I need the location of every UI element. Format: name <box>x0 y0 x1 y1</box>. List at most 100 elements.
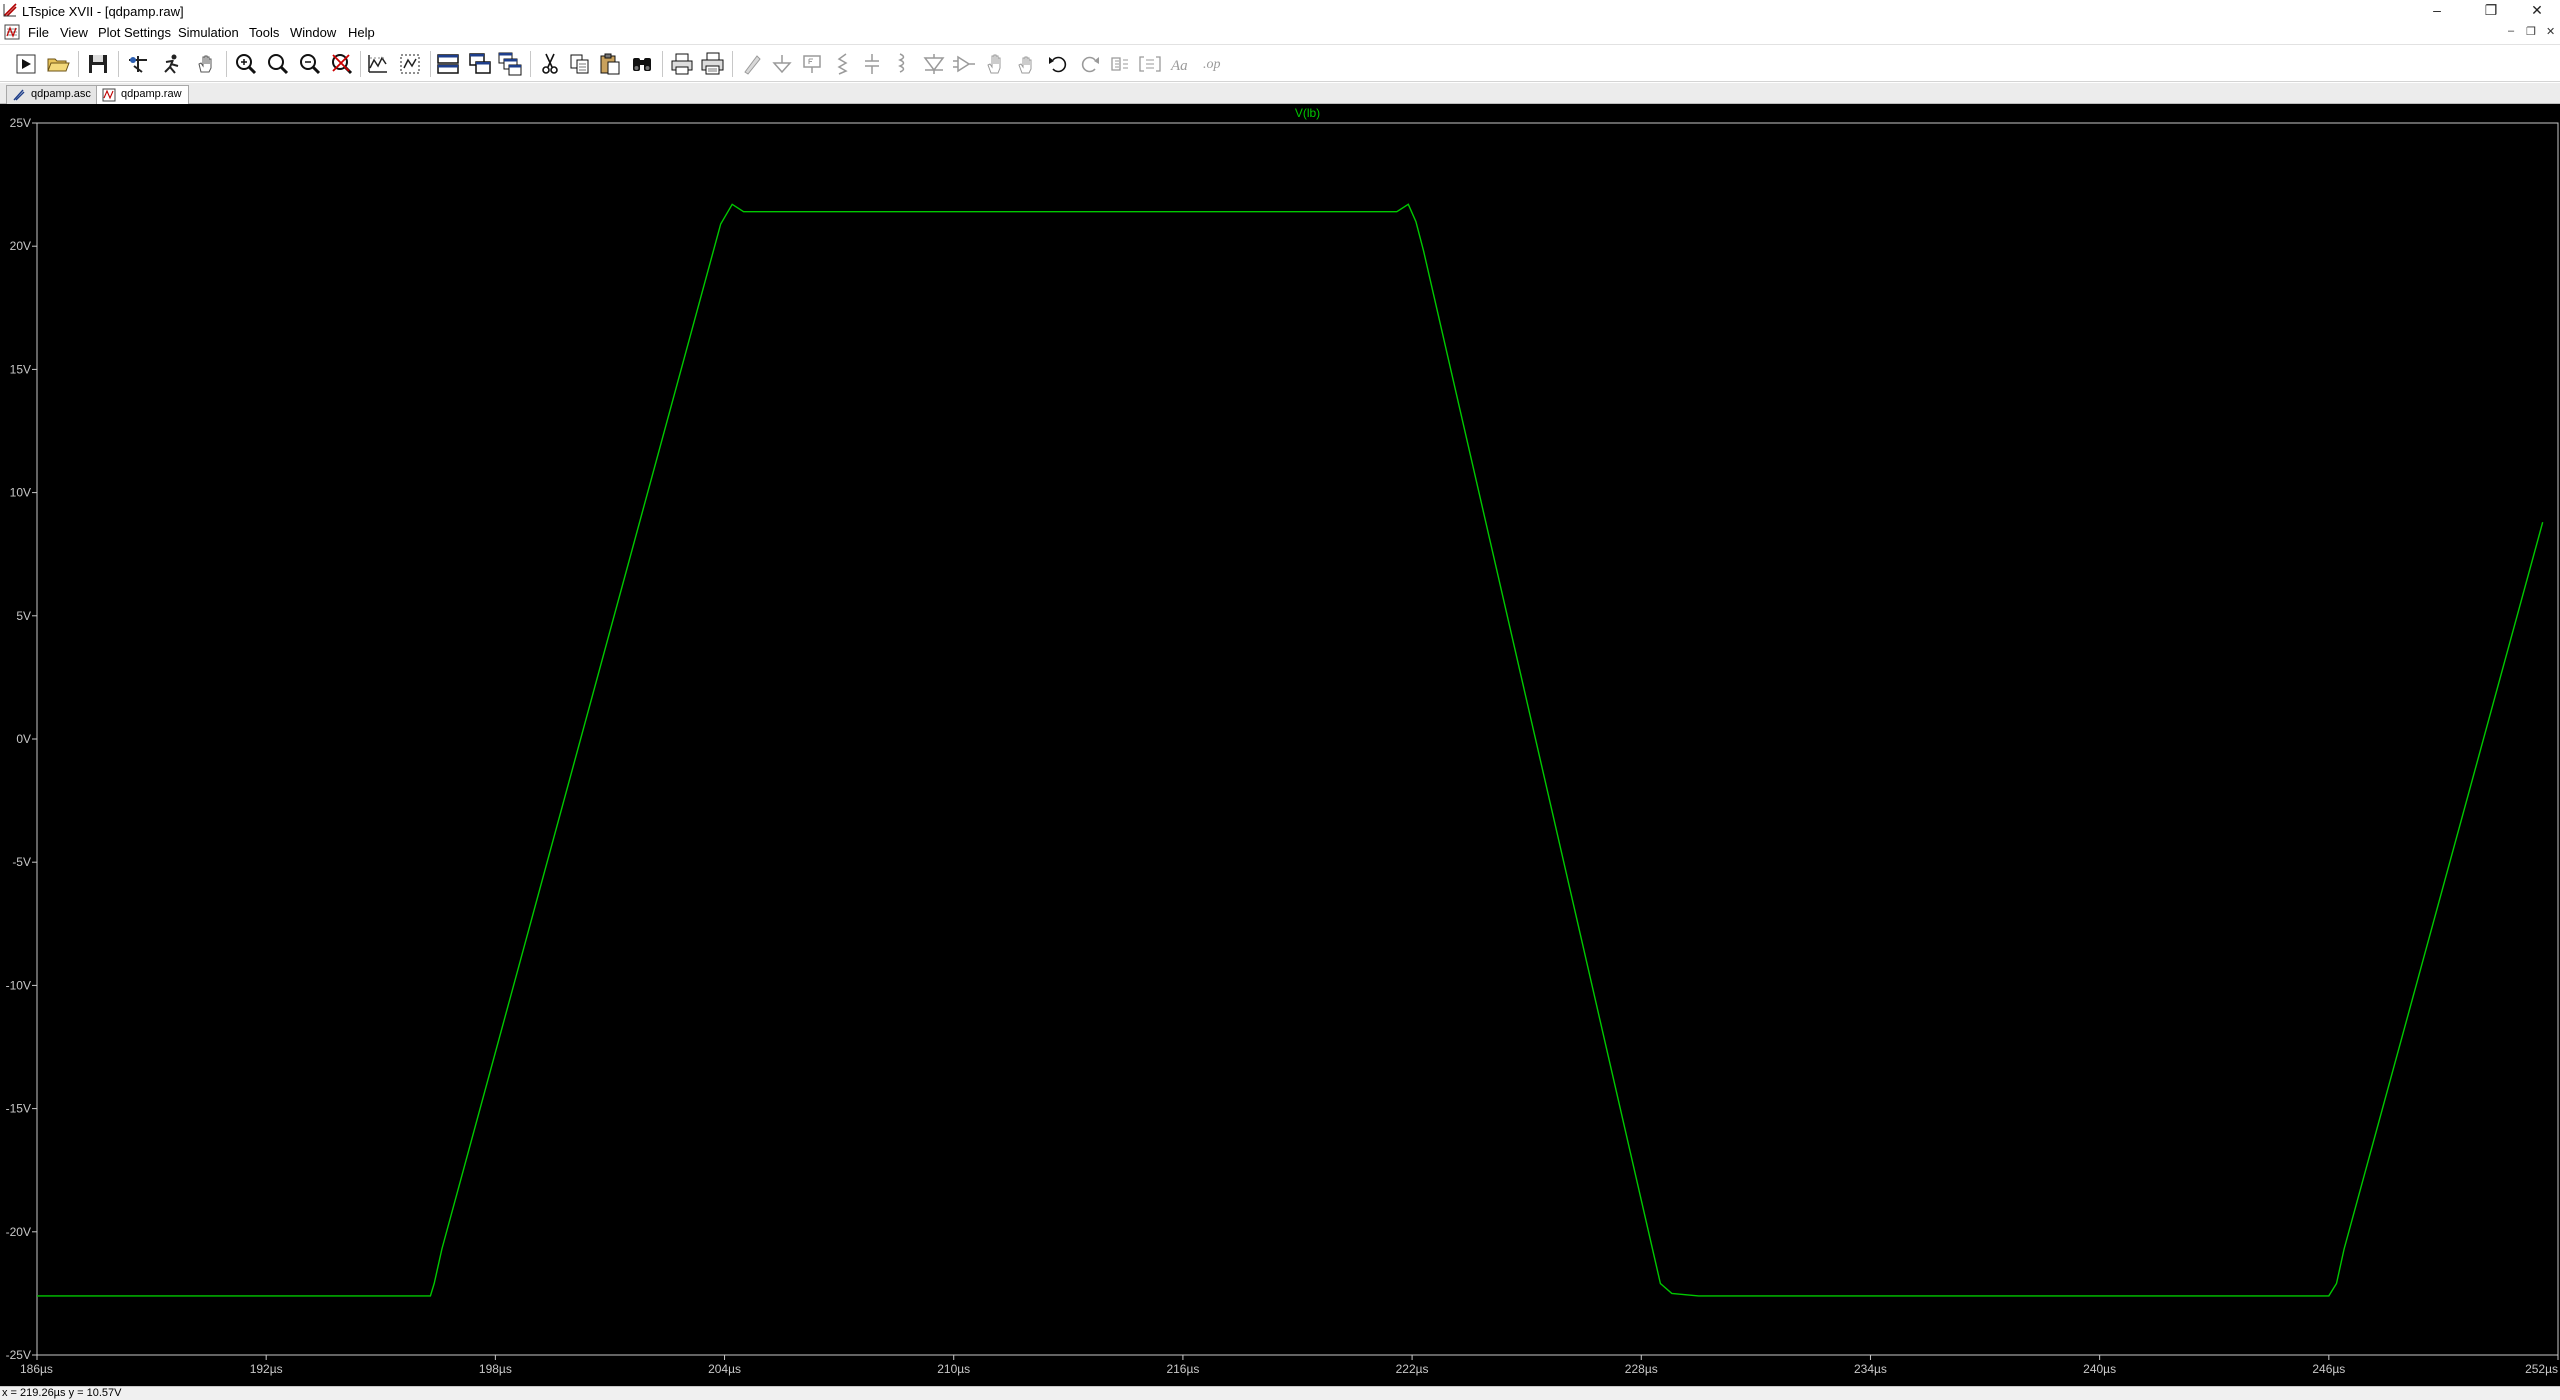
svg-text:.op: .op <box>1203 57 1221 72</box>
tab-qdpamp-asc[interactable]: qdpamp.asc <box>6 85 98 104</box>
toolbar-separator <box>732 51 733 77</box>
undo-button[interactable] <box>1044 50 1072 78</box>
plot-frame <box>36 122 2559 1356</box>
zoom-fit-icon <box>332 54 353 75</box>
wire-button[interactable] <box>738 50 766 78</box>
tab-qdpamp-raw[interactable]: qdpamp.raw <box>96 85 189 104</box>
menu-simulation[interactable]: Simulation <box>178 25 239 40</box>
zoom-in-button[interactable] <box>232 50 260 78</box>
pan-button[interactable] <box>192 50 220 78</box>
x-tick-label: 240µs <box>2083 1362 2116 1376</box>
run-button[interactable] <box>12 50 40 78</box>
autorange-button[interactable] <box>364 50 392 78</box>
diode-icon <box>923 54 945 74</box>
halt-icon <box>164 54 179 74</box>
control-panel-icon <box>129 56 147 73</box>
mdi-restore-button[interactable]: ❐ <box>2526 25 2536 38</box>
x-tick-label: 210µs <box>937 1362 970 1376</box>
tab-label: qdpamp.raw <box>121 88 182 100</box>
y-tick-label: 15V <box>10 362 31 376</box>
tile-vertical-button[interactable] <box>466 50 494 78</box>
zoom-out-button[interactable] <box>296 50 324 78</box>
waveform-plot-pane[interactable]: 25V 20V 15V 10V 5V 0V -5V -10V -15V -20V -25V 186µs… <box>0 104 2560 1386</box>
close-button[interactable]: ✕ <box>2514 0 2560 22</box>
mirror-button[interactable] <box>1136 50 1164 78</box>
copy-icon <box>570 54 589 74</box>
mdi-minimize-button[interactable]: – <box>2508 25 2514 37</box>
redo-icon <box>1081 56 1099 73</box>
cascade-button[interactable] <box>496 50 524 78</box>
inductor-icon <box>898 53 905 73</box>
window-title: LTspice XVII - [qdpamp.raw] <box>22 4 184 19</box>
find-icon <box>633 58 651 71</box>
y-tick-label: 0V <box>16 732 31 746</box>
waveform-document-icon[interactable] <box>4 24 20 40</box>
zoom-area-button[interactable] <box>264 50 292 78</box>
y-tick-label: -25V <box>6 1348 31 1362</box>
autorange-icon <box>368 55 387 73</box>
trace-label-v-lb: V(lb) <box>1295 106 1320 120</box>
save-icon <box>89 55 107 73</box>
toolbar-separator <box>118 51 119 77</box>
paste-icon <box>600 53 620 75</box>
toolbar-separator <box>530 51 531 77</box>
undo-icon <box>1049 56 1067 73</box>
waveform-plot[interactable]: 25V 20V 15V 10V 5V 0V -5V -10V -15V -20V -25V186µs… <box>0 104 2560 1386</box>
menu-file[interactable]: File <box>28 25 49 40</box>
print-button[interactable] <box>668 50 696 78</box>
x-tick-label: 192µs <box>250 1362 283 1376</box>
toolbar-separator <box>662 51 663 77</box>
tile-horizontal-button[interactable] <box>434 50 462 78</box>
rotate-button[interactable] <box>1106 50 1134 78</box>
waveform-document-icon <box>102 88 116 102</box>
cut-button[interactable] <box>536 50 564 78</box>
capacitor-button[interactable] <box>858 50 886 78</box>
print-setup-icon <box>701 52 724 75</box>
maximize-button[interactable]: ❐ <box>2468 0 2514 22</box>
drag-button[interactable] <box>1012 50 1040 78</box>
y-tick-label: -5V <box>12 855 31 869</box>
resistor-button[interactable] <box>828 50 856 78</box>
print-setup-button[interactable] <box>698 50 726 78</box>
menu-plot-settings[interactable]: Plot Settings <box>98 25 171 40</box>
cursor-readout: x = 219.26µs y = 10.57V <box>2 1387 122 1399</box>
spice-directive-icon: .op <box>1203 57 1221 72</box>
paste-button[interactable] <box>596 50 624 78</box>
move-button[interactable] <box>982 50 1010 78</box>
trace-v-lb <box>37 203 2544 1297</box>
find-button[interactable] <box>628 50 656 78</box>
save-button[interactable] <box>84 50 112 78</box>
halt-button[interactable] <box>158 50 186 78</box>
component-button[interactable] <box>950 50 978 78</box>
control-panel-button[interactable] <box>124 50 152 78</box>
menu-help[interactable]: Help <box>348 25 375 40</box>
ltspice-app-icon[interactable] <box>3 3 17 17</box>
spice-directive-button[interactable]: .op <box>1200 50 1228 78</box>
menu-window[interactable]: Window <box>290 25 336 40</box>
inductor-button[interactable] <box>888 50 916 78</box>
document-tab-bar: qdpamp.asc qdpamp.raw <box>0 83 2560 104</box>
label-net-button[interactable] <box>798 50 826 78</box>
diode-button[interactable] <box>920 50 948 78</box>
open-button[interactable] <box>44 50 72 78</box>
menu-view[interactable]: View <box>60 25 88 40</box>
tile-horizontal-icon <box>437 54 459 74</box>
toolbar-separator <box>430 51 431 77</box>
zoom-fit-button[interactable] <box>328 50 356 78</box>
menu-tools[interactable]: Tools <box>249 25 279 40</box>
ground-button[interactable] <box>768 50 796 78</box>
minimize-button[interactable]: – <box>2414 0 2460 22</box>
title-bar: LTspice XVII - [qdpamp.raw] – ❐ ✕ <box>0 0 2560 22</box>
drag-icon <box>1018 56 1032 74</box>
svg-text:Aa: Aa <box>1170 58 1188 74</box>
text-button[interactable]: Aa <box>1168 50 1196 78</box>
redo-button[interactable] <box>1076 50 1104 78</box>
rotate-icon <box>1111 57 1128 71</box>
copy-button[interactable] <box>566 50 594 78</box>
zoom-out-icon <box>300 54 321 75</box>
wire-icon <box>744 55 761 75</box>
y-tick-label: 20V <box>10 239 31 253</box>
grid-button[interactable] <box>396 50 424 78</box>
x-tick-label: 204µs <box>708 1362 741 1376</box>
mdi-close-button[interactable]: ✕ <box>2546 25 2555 38</box>
